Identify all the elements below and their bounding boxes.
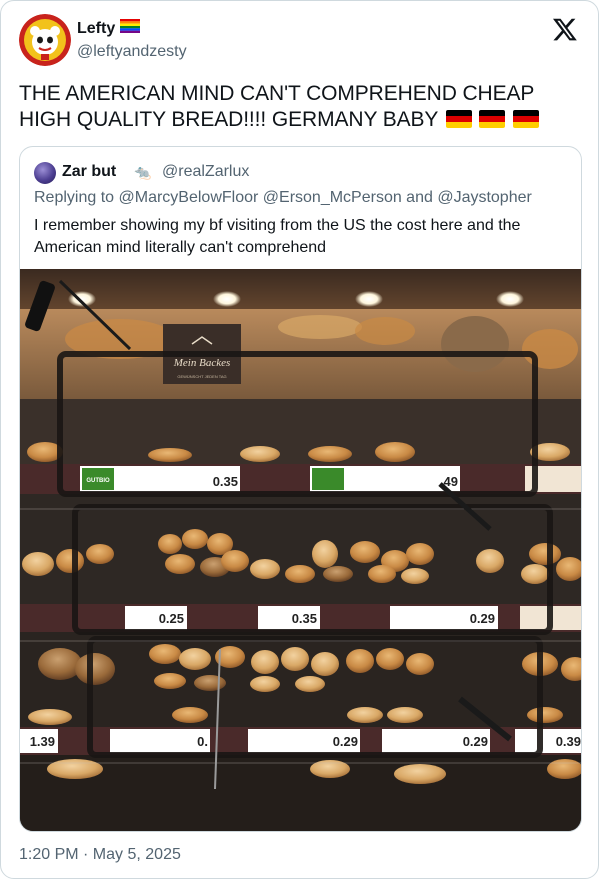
brand-label: GUTBIO: [86, 478, 110, 484]
author-avatar[interactable]: [19, 14, 71, 66]
quoted-text-line1: I remember showing my bf visiting from t…: [34, 217, 521, 234]
replying-to-prefix: Replying to: [34, 189, 115, 206]
quoted-author-avatar[interactable]: [34, 162, 56, 184]
tweet-text-line2: HIGH QUALITY BREAD!!!! GERMANY BABY: [19, 108, 438, 131]
author-name-row[interactable]: Lefty: [77, 19, 141, 38]
price-tag-3: 0.25: [159, 611, 184, 626]
reply-mentions[interactable]: @MarcyBelowFloor @Erson_McPerson and @Ja…: [119, 189, 532, 206]
rainbow-flag-icon: [120, 19, 141, 38]
price-tag-10: 0.39: [556, 734, 581, 749]
price-tag-4: 0.35: [292, 611, 317, 626]
tweet-text-line1: THE AMERICAN MIND CAN'T COMPREHEND CHEAP: [19, 82, 535, 105]
price-tag-1: 0.35: [213, 474, 238, 489]
author-handle[interactable]: @leftyandzesty: [77, 43, 187, 61]
german-flag-icon: [445, 110, 472, 128]
store-sign-text: Mein Backes: [173, 357, 231, 369]
price-tag-8: 0.29: [333, 734, 358, 749]
quoted-tweet[interactable]: Zar but 🐀 @realZarlux Replying to @Marcy…: [19, 146, 582, 832]
price-tag-7: 0.: [197, 734, 208, 749]
bakery-shelf-photo[interactable]: Mein Backes GEWÜNSCHT JEDEN TAG GUTBIO 0…: [20, 269, 581, 831]
price-tag-6: 1.39: [30, 734, 55, 749]
replying-to-line: Replying to @MarcyBelowFloor @Erson_McPe…: [34, 189, 532, 207]
price-tag-9: 0.29: [463, 734, 488, 749]
tweet-card: Lefty @leftyandzesty THE AMERICAN MIND C…: [0, 0, 599, 879]
quoted-author-handle[interactable]: @realZarlux: [162, 163, 249, 181]
quoted-author-display-name[interactable]: Zar but: [62, 163, 116, 181]
quoted-text-line2: American mind literally can't comprehend: [34, 239, 327, 256]
price-tag-5: 0.29: [470, 611, 495, 626]
tweet-text: THE AMERICAN MIND CAN'T COMPREHEND CHEAP…: [19, 81, 579, 133]
x-logo-icon[interactable]: [552, 16, 578, 42]
quoted-tweet-text: I remember showing my bf visiting from t…: [34, 215, 564, 259]
german-flag-icon: [513, 110, 540, 128]
rat-emoji-icon: 🐀: [134, 164, 152, 180]
author-display-name[interactable]: Lefty: [77, 20, 115, 38]
tweet-timestamp[interactable]: 1:20 PM · May 5, 2025: [19, 846, 181, 864]
german-flag-icon: [479, 110, 506, 128]
store-sign-subtext: GEWÜNSCHT JEDEN TAG: [177, 374, 226, 379]
